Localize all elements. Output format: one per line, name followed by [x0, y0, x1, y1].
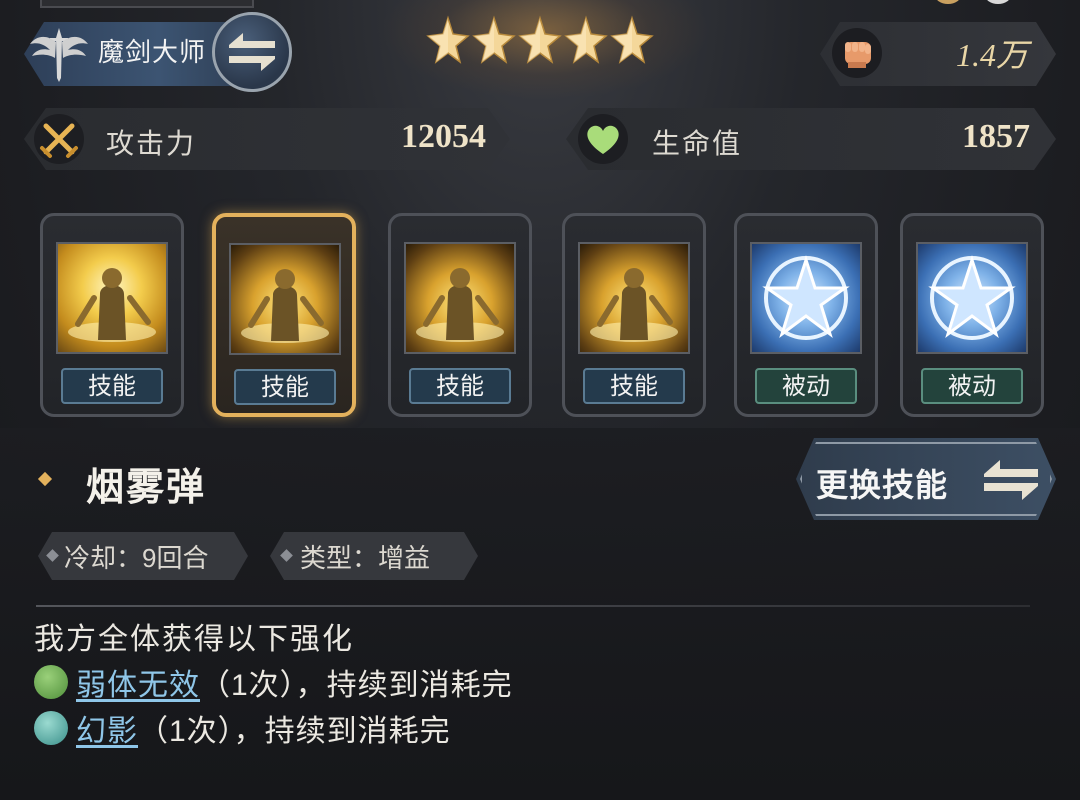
effect-line: 弱体无效 （1次），持续到消耗完	[34, 660, 513, 704]
skill-tag: 技能	[61, 368, 163, 404]
effect-link[interactable]: 弱体无效	[76, 660, 200, 704]
skill-art-golden-warrior	[56, 242, 168, 354]
heart-icon	[578, 114, 628, 164]
power-value: 1.4万	[955, 37, 1028, 73]
top-currency-icon[interactable]	[935, 0, 961, 4]
hp-value: 1857	[962, 118, 1030, 155]
fist-icon	[832, 28, 882, 78]
top-menu-icon[interactable]	[985, 0, 1011, 4]
skill-card[interactable]: 被动	[900, 213, 1044, 417]
skill-card[interactable]: 技能	[212, 213, 356, 417]
effect-link[interactable]: 幻影	[76, 706, 138, 750]
skill-card[interactable]: 技能	[562, 213, 706, 417]
effect-suffix: （1次），持续到消耗完	[200, 669, 513, 702]
star-icon	[426, 15, 470, 64]
description-head: 我方全体获得以下强化	[34, 623, 354, 656]
effect-line: 幻影 （1次），持续到消耗完	[34, 706, 451, 750]
class-swap-button[interactable]	[212, 12, 292, 92]
skill-art-blue-star	[916, 242, 1028, 354]
attack-label: 攻击力	[106, 128, 197, 159]
skill-tag: 被动	[921, 368, 1023, 404]
skill-art-golden-aura-knight	[229, 243, 341, 355]
star-icon	[518, 15, 562, 64]
top-frame-edge	[40, 0, 254, 8]
class-name: 魔剑大师	[98, 37, 207, 67]
skill-tag: 技能	[409, 368, 511, 404]
skill-card[interactable]: 被动	[734, 213, 878, 417]
divider	[36, 605, 1030, 607]
star-icon	[472, 15, 516, 64]
star-icon	[610, 15, 654, 64]
skill-card[interactable]: 技能	[388, 213, 532, 417]
star-rating	[426, 14, 656, 70]
skill-tag: 技能	[583, 368, 685, 404]
skill-card[interactable]: 技能	[40, 213, 184, 417]
skill-art-blue-star	[750, 242, 862, 354]
cooldown-text: 冷却：9回合	[64, 543, 209, 573]
skill-tag: 被动	[755, 368, 857, 404]
skill-art-golden-aura-knight	[404, 242, 516, 354]
skill-tag: 技能	[234, 369, 336, 405]
type-text: 类型：增益	[300, 543, 431, 573]
effect-suffix: （1次），持续到消耗完	[138, 715, 451, 748]
phantom-icon	[34, 711, 68, 745]
change-skill-label: 更换技能	[816, 467, 949, 503]
swap-arrows-icon	[976, 446, 1046, 512]
winged-sword-icon	[28, 24, 90, 84]
swap-arrows-icon	[229, 33, 275, 71]
hp-label: 生命值	[652, 128, 743, 159]
skill-art-golden-aura-knight	[578, 242, 690, 354]
crossed-swords-icon	[34, 114, 84, 164]
skill-title: 烟雾弹	[86, 467, 207, 509]
attack-value: 12054	[401, 118, 486, 155]
debuff-immune-icon	[34, 665, 68, 699]
star-icon	[564, 15, 608, 64]
